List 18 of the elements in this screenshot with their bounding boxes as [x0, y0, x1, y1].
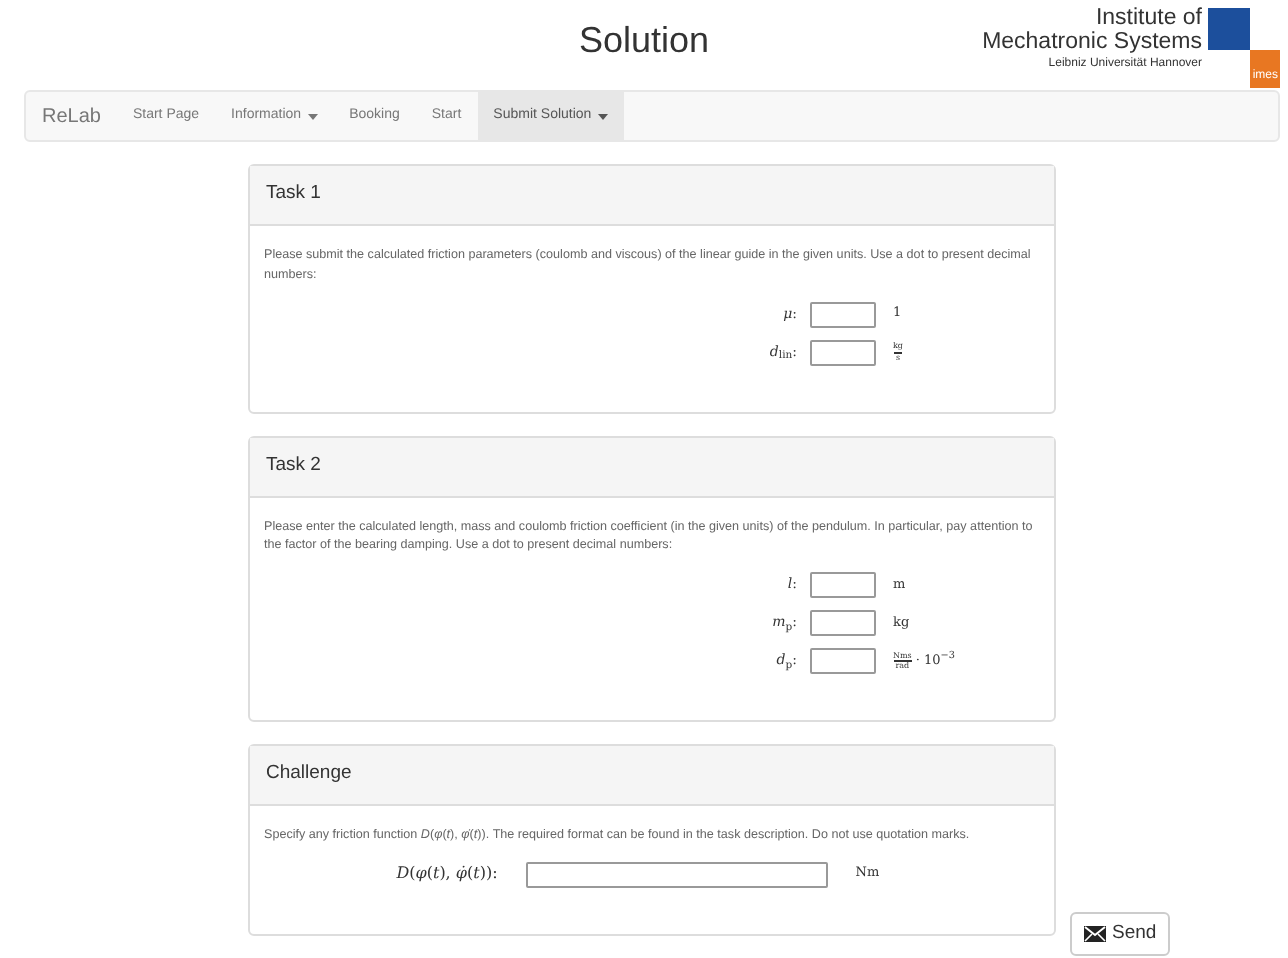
- field-label: D(φ(t), φ̇(t)):: [396, 862, 500, 887]
- page-title: Solution: [576, 20, 712, 64]
- input-field[interactable]: [809, 648, 875, 674]
- input-field[interactable]: [809, 610, 875, 636]
- panel-heading: Challenge: [250, 746, 1054, 806]
- logo-text: Institute of: [1093, 8, 1202, 31]
- logo-text: Mechatronic Systems: [982, 31, 1202, 54]
- input-field[interactable]: [809, 301, 875, 327]
- envelope-icon: [1084, 925, 1106, 942]
- input-field[interactable]: [525, 861, 828, 888]
- caret-icon: [597, 113, 608, 119]
- input-field[interactable]: [809, 339, 875, 365]
- send-button[interactable]: Send: [1070, 911, 1171, 956]
- panel-heading: Task 2: [250, 437, 1054, 497]
- input-field[interactable]: [809, 572, 875, 598]
- panel-heading: Task 1: [250, 166, 1054, 226]
- caret-icon: [307, 113, 318, 119]
- brand-link[interactable]: ReLab: [26, 92, 117, 140]
